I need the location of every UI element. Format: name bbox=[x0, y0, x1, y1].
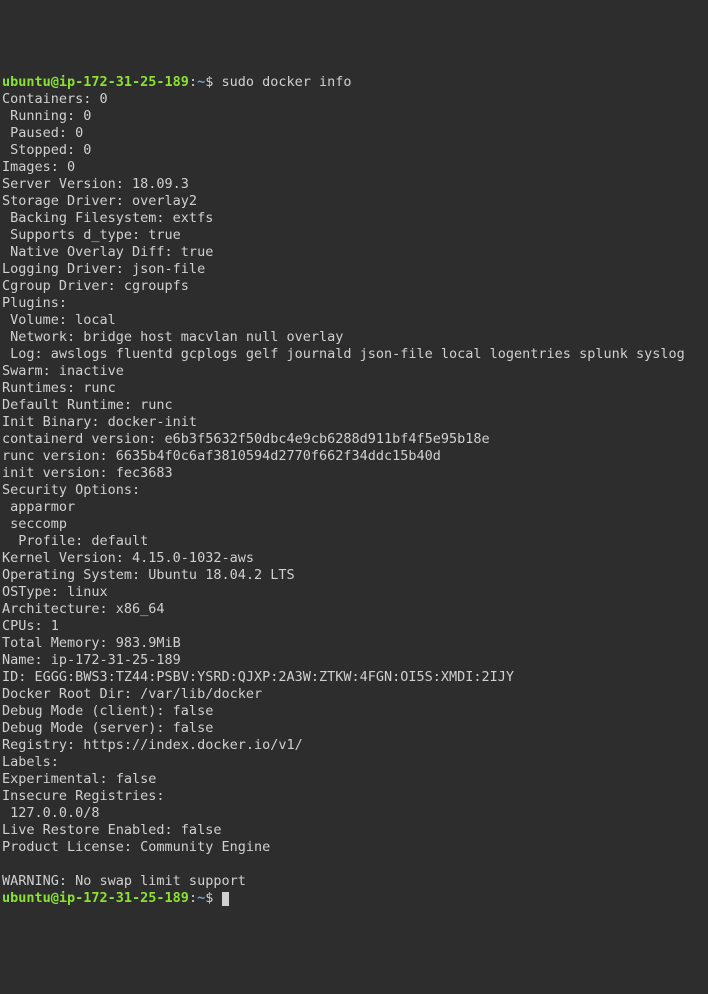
output-line: ID: EGGG:BWS3:TZ44:PSBV:YSRD:QJXP:2A3W:Z… bbox=[2, 669, 514, 685]
output-line: Profile: default bbox=[2, 533, 148, 549]
output-line: Architecture: x86_64 bbox=[2, 601, 165, 617]
prompt-colon: : bbox=[189, 74, 197, 90]
output-line: Runtimes: runc bbox=[2, 380, 116, 396]
output-line: Product License: Community Engine bbox=[2, 839, 270, 855]
prompt-path: ~ bbox=[197, 74, 205, 90]
output-line: Native Overlay Diff: true bbox=[2, 244, 213, 260]
output-line: Running: 0 bbox=[2, 108, 91, 124]
output-line: Operating System: Ubuntu 18.04.2 LTS bbox=[2, 567, 295, 583]
prompt-line-1: ubuntu@ip-172-31-25-189:~$ sudo docker i… bbox=[2, 74, 352, 90]
output-line: Storage Driver: overlay2 bbox=[2, 193, 197, 209]
output-line: runc version: 6635b4f0c6af3810594d2770f6… bbox=[2, 448, 441, 464]
output-line: Registry: https://index.docker.io/v1/ bbox=[2, 737, 303, 753]
output-line: Security Options: bbox=[2, 482, 140, 498]
output-line: init version: fec3683 bbox=[2, 465, 173, 481]
prompt-dollar: $ bbox=[205, 74, 221, 90]
output-line: CPUs: 1 bbox=[2, 618, 59, 634]
output-line: Name: ip-172-31-25-189 bbox=[2, 652, 181, 668]
output-line: Backing Filesystem: extfs bbox=[2, 210, 213, 226]
output-line: Containers: 0 bbox=[2, 91, 108, 107]
output-line: Volume: local bbox=[2, 312, 116, 328]
output-line: apparmor bbox=[2, 499, 75, 515]
terminal[interactable]: ubuntu@ip-172-31-25-189:~$ sudo docker i… bbox=[2, 74, 706, 907]
prompt-user-host: ubuntu@ip-172-31-25-189 bbox=[2, 74, 189, 90]
output-line: Debug Mode (server): false bbox=[2, 720, 213, 736]
output-line: Log: awslogs fluentd gcplogs gelf journa… bbox=[2, 346, 685, 362]
output-line: seccomp bbox=[2, 516, 67, 532]
output-line: Live Restore Enabled: false bbox=[2, 822, 221, 838]
cursor-icon bbox=[222, 892, 229, 906]
output-line: Paused: 0 bbox=[2, 125, 83, 141]
output-line: Insecure Registries: bbox=[2, 788, 165, 804]
prompt-dollar: $ bbox=[205, 890, 221, 906]
output-line: Total Memory: 983.9MiB bbox=[2, 635, 181, 651]
output-line: 127.0.0.0/8 bbox=[2, 805, 100, 821]
output-line: Default Runtime: runc bbox=[2, 397, 173, 413]
output-line: Debug Mode (client): false bbox=[2, 703, 213, 719]
output-line: Docker Root Dir: /var/lib/docker bbox=[2, 686, 262, 702]
output-line: Logging Driver: json-file bbox=[2, 261, 205, 277]
prompt-line-2: ubuntu@ip-172-31-25-189:~$ bbox=[2, 890, 229, 906]
command-text: sudo docker info bbox=[221, 74, 351, 90]
output-line: Server Version: 18.09.3 bbox=[2, 176, 189, 192]
output-line: WARNING: No swap limit support bbox=[2, 873, 246, 889]
output-line: Images: 0 bbox=[2, 159, 75, 175]
output-line: Experimental: false bbox=[2, 771, 156, 787]
output-line: Supports d_type: true bbox=[2, 227, 181, 243]
output-line: Cgroup Driver: cgroupfs bbox=[2, 278, 189, 294]
output-line: Kernel Version: 4.15.0-1032-aws bbox=[2, 550, 254, 566]
prompt-colon: : bbox=[189, 890, 197, 906]
output-line: Stopped: 0 bbox=[2, 142, 91, 158]
output-line: Network: bridge host macvlan null overla… bbox=[2, 329, 343, 345]
output-line: containerd version: e6b3f5632f50dbc4e9cb… bbox=[2, 431, 490, 447]
output-line: OSType: linux bbox=[2, 584, 108, 600]
output-line: Swarm: inactive bbox=[2, 363, 124, 379]
prompt-user-host: ubuntu@ip-172-31-25-189 bbox=[2, 890, 189, 906]
prompt-path: ~ bbox=[197, 890, 205, 906]
output-line: Plugins: bbox=[2, 295, 67, 311]
output-line: Labels: bbox=[2, 754, 59, 770]
output-line: Init Binary: docker-init bbox=[2, 414, 197, 430]
